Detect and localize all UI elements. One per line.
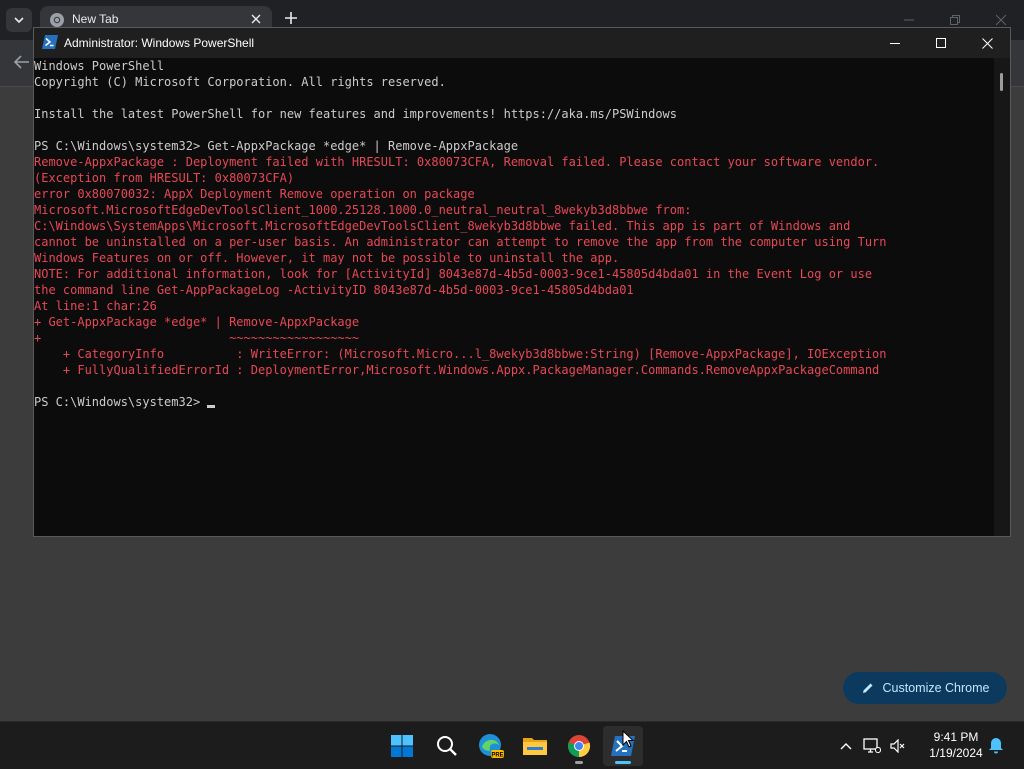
- svg-text:PRE: PRE: [491, 753, 503, 759]
- network-icon: [863, 737, 881, 753]
- close-icon: [981, 37, 993, 49]
- pencil-icon: [862, 683, 872, 693]
- console-error-line: Microsoft.MicrosoftEdgeDevToolsClient_10…: [34, 203, 692, 217]
- console-prompt: PS C:\Windows\system32>: [34, 395, 208, 409]
- text-cursor: [207, 405, 216, 408]
- system-tray: [836, 722, 908, 769]
- restore-icon: [950, 15, 960, 25]
- console-line: Copyright (C) Microsoft Corporation. All…: [34, 75, 446, 89]
- chrome-button[interactable]: [559, 726, 599, 766]
- maximize-icon: [936, 38, 946, 48]
- console-scrollbar[interactable]: [994, 58, 1010, 536]
- powershell-window: Administrator: Windows PowerShell Window…: [33, 27, 1011, 537]
- notifications-button[interactable]: [988, 736, 1004, 758]
- edge-pre-icon: PRE: [479, 734, 504, 759]
- powershell-window-controls: [872, 28, 1010, 58]
- powershell-icon: [42, 35, 58, 49]
- clock-date: 1/19/2024: [929, 746, 983, 760]
- console-error-line: At line:1 char:26: [34, 299, 157, 313]
- chrome-favicon-icon: [50, 13, 64, 27]
- powershell-titlebar[interactable]: Administrator: Windows PowerShell: [34, 28, 1010, 58]
- mouse-cursor-icon: [622, 730, 634, 748]
- console-error-line: the command line Get-AppPackageLog -Acti…: [34, 283, 634, 297]
- minimize-icon: [890, 43, 900, 44]
- clock[interactable]: 9:41 PM 1/19/2024: [918, 729, 994, 761]
- chrome-icon: [567, 735, 591, 758]
- console-error-line: + Get-AppxPackage *edge* | Remove-AppxPa…: [34, 315, 360, 329]
- minimize-icon: [904, 19, 914, 21]
- console-error-line: (Exception from HRESULT: 0x80073CFA): [34, 171, 295, 185]
- search-icon: [437, 736, 457, 756]
- console-line: Install the latest PowerShell for new fe…: [34, 107, 677, 121]
- edge-pre-button[interactable]: PRE: [471, 726, 511, 766]
- console-error-line: Remove-AppxPackage : Deployment failed w…: [34, 155, 880, 169]
- file-explorer-button[interactable]: [515, 726, 555, 766]
- console-prompt-line[interactable]: PS C:\Windows\system32>: [34, 394, 216, 410]
- new-tab-icon[interactable]: [284, 11, 298, 25]
- close-tab-icon[interactable]: [250, 13, 262, 25]
- console-error-line: Windows Features on or off. However, it …: [34, 251, 620, 265]
- console-error-line: + ~~~~~~~~~~~~~~~~~~: [34, 331, 360, 345]
- window-title: Administrator: Windows PowerShell: [64, 36, 255, 50]
- bell-icon: [989, 738, 1003, 754]
- network-button[interactable]: [856, 737, 888, 754]
- console-error-line: cannot be uninstalled on a per-user basi…: [34, 235, 887, 249]
- console-error-line: + FullyQualifiedErrorId : DeploymentErro…: [34, 363, 880, 377]
- customize-chrome-label: Customize Chrome: [882, 681, 990, 695]
- console-error-line: C:\Windows\SystemApps\Microsoft.Microsof…: [34, 219, 851, 233]
- file-explorer-icon: [523, 738, 547, 755]
- chevron-down-icon: [14, 17, 24, 24]
- console-output[interactable]: Windows PowerShell Copyright (C) Microsof…: [34, 58, 994, 536]
- start-button[interactable]: [382, 726, 422, 766]
- tab-search-button[interactable]: [6, 8, 32, 32]
- active-indicator: [615, 761, 631, 764]
- search-button[interactable]: [427, 726, 467, 766]
- chevron-up-icon: [840, 742, 852, 749]
- console-error-line: NOTE: For additional information, look f…: [34, 267, 873, 281]
- customize-chrome-button[interactable]: Customize Chrome: [843, 672, 1007, 704]
- maximize-button[interactable]: [918, 28, 964, 58]
- console-line: PS C:\Windows\system32> Get-AppxPackage …: [34, 139, 519, 153]
- volume-muted-icon: [890, 738, 905, 753]
- console-error-line: error 0x80070032: AppX Deployment Remove…: [34, 187, 475, 201]
- tab-title: New Tab: [72, 12, 119, 26]
- console-line: Windows PowerShell: [34, 59, 165, 73]
- close-icon: [996, 15, 1006, 25]
- minimize-button[interactable]: [872, 28, 918, 58]
- console-error-line: + CategoryInfo : WriteError: (Microsoft.…: [34, 347, 887, 361]
- back-arrow-icon[interactable]: [14, 55, 30, 69]
- start-icon: [391, 735, 413, 757]
- show-hidden-icons-button[interactable]: [836, 742, 856, 750]
- clock-time: 9:41 PM: [933, 730, 979, 744]
- taskbar: PRE 9:41 PM 1/19/2024: [0, 721, 1024, 769]
- running-indicator: [575, 761, 583, 764]
- volume-button[interactable]: [888, 738, 908, 753]
- close-button[interactable]: [964, 28, 1010, 58]
- scrollbar-thumb[interactable]: [1000, 73, 1003, 91]
